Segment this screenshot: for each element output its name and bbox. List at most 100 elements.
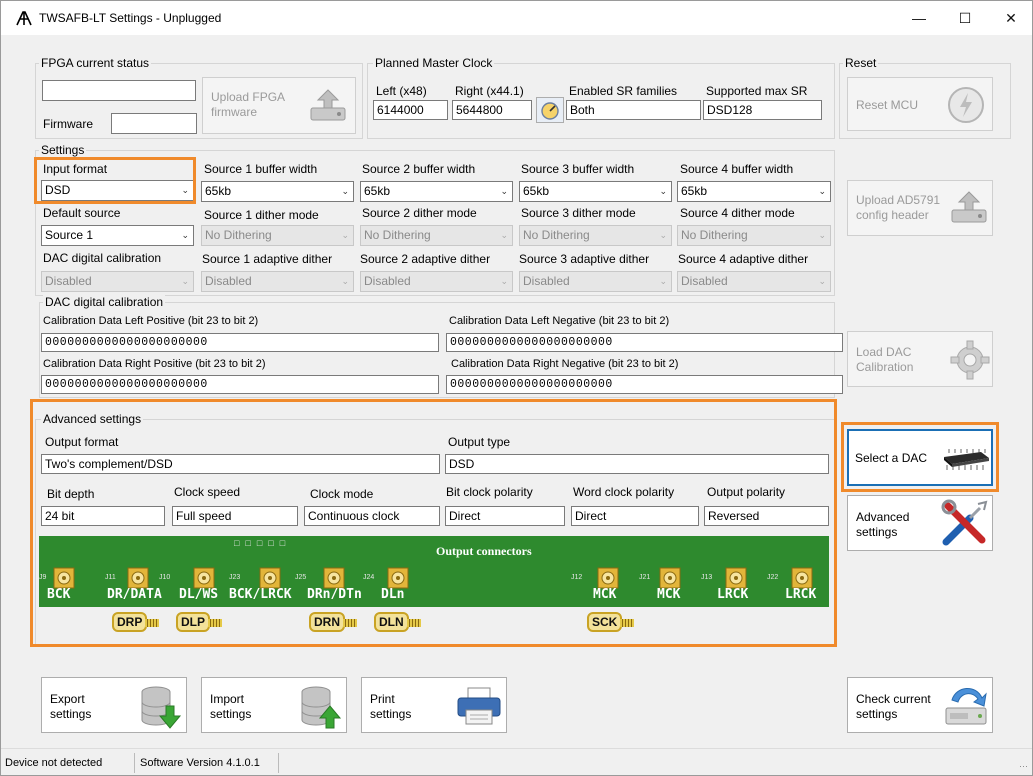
upload-drive-icon [310, 89, 346, 121]
chevron-down-icon: ⌄ [659, 230, 667, 240]
source2-buffer-label: Source 2 buffer width [362, 162, 476, 176]
clock-calc-button[interactable] [536, 97, 564, 123]
source2-dither-label: Source 2 dither mode [362, 206, 477, 220]
tools-icon [941, 499, 988, 546]
reset-mcu-button[interactable]: Reset MCU [847, 77, 993, 131]
source1-dither-value: No Dithering [205, 228, 272, 242]
source1-adaptive-value: Disabled [205, 274, 252, 288]
max-sr-label: Supported max SR [706, 84, 808, 98]
export-label-2: settings [50, 707, 92, 721]
source2-adaptive-value: Disabled [364, 274, 411, 288]
advanced-settings-button[interactable]: Advanced settings [847, 495, 993, 551]
upload-ad5791-label-1: Upload AD5791 [856, 193, 941, 207]
source1-dither-select[interactable]: No Dithering ⌄ [201, 225, 354, 246]
status-separator [278, 753, 279, 773]
source4-buffer-select[interactable]: 65kb ⌄ [677, 181, 831, 202]
chevron-down-icon: ⌄ [181, 276, 189, 286]
import-settings-button[interactable]: Import settings [201, 677, 347, 733]
printer-icon [457, 687, 501, 725]
sr-families-field: Both [566, 100, 701, 120]
source4-buffer-value: 65kb [681, 184, 708, 198]
reset-mcu-label: Reset MCU [856, 98, 919, 112]
source1-adaptive-select[interactable]: Disabled ⌄ [201, 271, 354, 292]
app-logo-icon [16, 11, 32, 26]
check-current-settings-button[interactable]: Check current settings [847, 677, 993, 733]
cal-left-pos-field[interactable]: 0000000000000000000000 [41, 333, 439, 352]
print-label-1: Print [370, 692, 395, 706]
source4-adaptive-value: Disabled [681, 274, 728, 288]
drive-check-icon [945, 688, 987, 725]
source4-adaptive-label: Source 4 adaptive dither [678, 252, 809, 266]
title-bar: TWSAFB-LT Settings - Unplugged — ☐ ✕ [1, 1, 1032, 35]
chevron-down-icon: ⌄ [818, 230, 826, 240]
source2-buffer-value: 65kb [364, 184, 391, 198]
source2-dither-value: No Dithering [364, 228, 431, 242]
source1-dither-label: Source 1 dither mode [204, 208, 319, 222]
chevron-down-icon: ⌄ [500, 276, 508, 286]
chevron-down-icon: ⌄ [659, 276, 667, 286]
source2-buffer-select[interactable]: 65kb ⌄ [360, 181, 513, 202]
resize-grip-icon[interactable]: ⋯ [1019, 761, 1028, 772]
check-label-1: Check current [856, 692, 931, 706]
chevron-down-icon: ⌄ [818, 186, 826, 196]
source4-dither-value: No Dithering [681, 228, 748, 242]
power-icon [948, 87, 984, 123]
status-separator [134, 753, 135, 773]
upload-fpga-button[interactable]: Upload FPGA firmware [202, 77, 356, 134]
source4-dither-label: Source 4 dither mode [680, 206, 795, 220]
export-settings-button[interactable]: Export settings [41, 677, 187, 733]
settings-window: TWSAFB-LT Settings - Unplugged — ☐ ✕ FPG… [0, 0, 1033, 776]
source2-adaptive-label: Source 2 adaptive dither [360, 252, 491, 266]
upload-fpga-label-1: Upload FPGA [211, 90, 286, 104]
gear-icon [950, 340, 990, 380]
cal-right-neg-label: Calibration Data Right Negative (bit 23 … [451, 358, 679, 370]
default-source-label: Default source [43, 206, 121, 220]
source3-dither-label: Source 3 dither mode [521, 206, 636, 220]
chevron-down-icon: ⌄ [341, 276, 349, 286]
maximize-button[interactable]: ☐ [942, 1, 988, 35]
check-label-2: settings [856, 707, 898, 721]
upload-ad5791-button[interactable]: Upload AD5791 config header [847, 180, 993, 236]
source3-buffer-select[interactable]: 65kb ⌄ [519, 181, 672, 202]
source1-buffer-select[interactable]: 65kb ⌄ [201, 181, 354, 202]
print-label-2: settings [370, 707, 412, 721]
database-import-icon [301, 686, 342, 729]
source3-dither-value: No Dithering [523, 228, 590, 242]
source4-adaptive-select[interactable]: Disabled ⌄ [677, 271, 831, 292]
cal-right-pos-field[interactable]: 0000000000000000000000 [41, 375, 439, 394]
chevron-down-icon: ⌄ [659, 186, 667, 196]
source4-buffer-label: Source 4 buffer width [680, 162, 794, 176]
gauge-icon [541, 102, 559, 120]
load-dac-label-1: Load DAC [856, 345, 912, 359]
load-dac-calibration-button[interactable]: Load DAC Calibration [847, 331, 993, 387]
right-clock-label: Right (x44.1) [455, 84, 524, 98]
default-source-select[interactable]: Source 1 ⌄ [41, 225, 194, 246]
chevron-down-icon: ⌄ [341, 186, 349, 196]
reset-group-label: Reset [843, 56, 879, 70]
dac-cal-select[interactable]: Disabled ⌄ [41, 271, 194, 292]
advanced-settings-label-1: Advanced [856, 510, 910, 524]
close-button[interactable]: ✕ [988, 1, 1032, 35]
print-settings-button[interactable]: Print settings [361, 677, 507, 733]
source2-dither-select[interactable]: No Dithering ⌄ [360, 225, 513, 246]
import-label-1: Import [210, 692, 245, 706]
left-clock-field: 6144000 [373, 100, 448, 120]
settings-group-label: Settings [39, 143, 87, 157]
minimize-button[interactable]: — [896, 1, 942, 35]
source3-adaptive-select[interactable]: Disabled ⌄ [519, 271, 672, 292]
database-export-icon [141, 686, 182, 729]
right-clock-field: 5644800 [452, 100, 532, 120]
master-clock-group-label: Planned Master Clock [373, 56, 495, 70]
fpga-status-group-label: FPGA current status [39, 56, 152, 70]
cal-right-neg-field[interactable]: 0000000000000000000000 [446, 375, 843, 394]
cal-left-pos-label: Calibration Data Left Positive (bit 23 t… [43, 315, 259, 327]
load-dac-label-2: Calibration [856, 360, 914, 374]
max-sr-field: DSD128 [703, 100, 822, 120]
source4-dither-select[interactable]: No Dithering ⌄ [677, 225, 831, 246]
status-bar: Device not detected Software Version 4.1… [1, 748, 1032, 775]
source2-adaptive-select[interactable]: Disabled ⌄ [360, 271, 513, 292]
source3-adaptive-label: Source 3 adaptive dither [519, 252, 650, 266]
input-format-highlight [34, 157, 196, 204]
source3-dither-select[interactable]: No Dithering ⌄ [519, 225, 672, 246]
cal-left-neg-field[interactable]: 0000000000000000000000 [446, 333, 843, 352]
